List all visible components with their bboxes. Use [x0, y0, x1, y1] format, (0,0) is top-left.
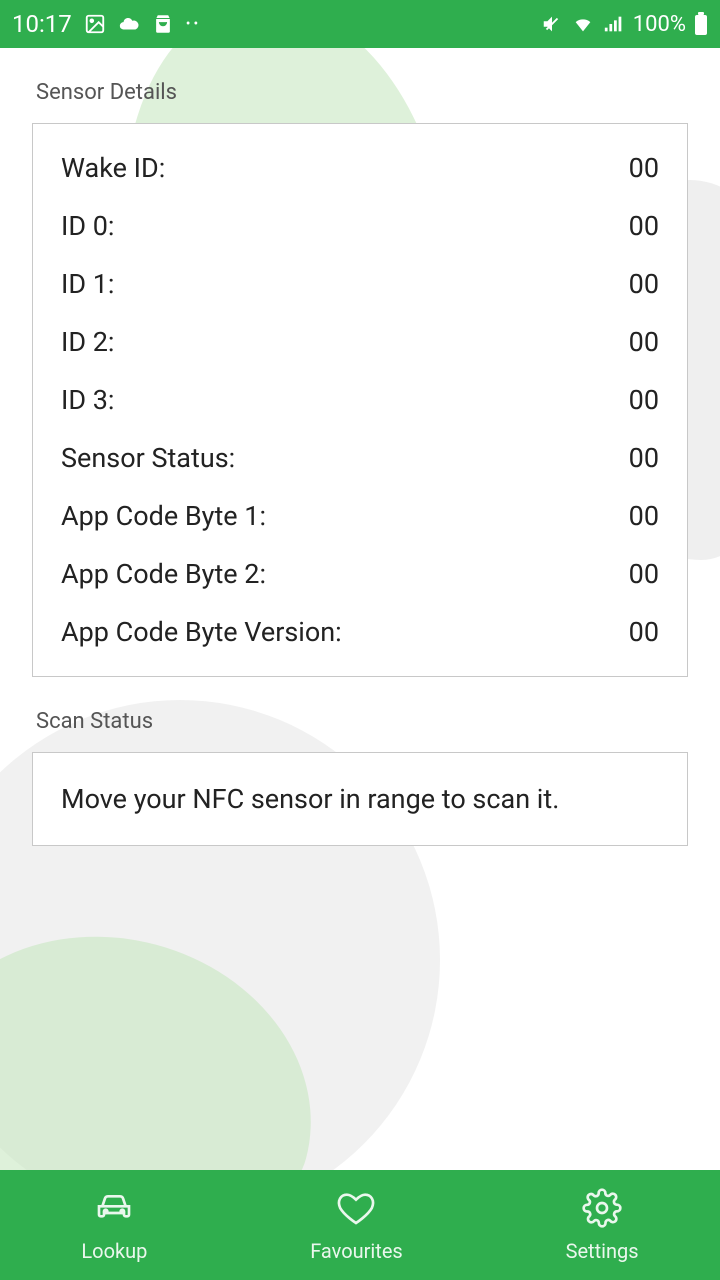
more-icon: ••	[186, 16, 201, 32]
row-label: ID 3:	[61, 384, 114, 416]
nav-label: Settings	[566, 1239, 639, 1263]
mute-icon	[541, 13, 563, 35]
scan-status-label: Scan Status	[36, 709, 688, 734]
row-label: App Code Byte Version:	[61, 616, 342, 648]
sensor-row: App Code Byte Version: 00	[61, 616, 659, 648]
row-value: 00	[629, 558, 659, 590]
scan-status-text: Move your NFC sensor in range to scan it…	[61, 781, 659, 817]
row-label: Sensor Status:	[61, 442, 235, 474]
battery-percentage: 100%	[633, 12, 686, 37]
sensor-row: ID 1: 00	[61, 268, 659, 300]
row-value: 00	[629, 500, 659, 532]
sensor-row: ID 3: 00	[61, 384, 659, 416]
row-label: Wake ID:	[61, 152, 165, 184]
wifi-icon	[571, 13, 595, 35]
sensor-row: ID 2: 00	[61, 326, 659, 358]
row-label: ID 1:	[61, 268, 114, 300]
heart-icon	[336, 1188, 376, 1233]
main-content: Sensor Details Wake ID: 00 ID 0: 00 ID 1…	[0, 48, 720, 1170]
sensor-row: ID 0: 00	[61, 210, 659, 242]
row-value: 00	[629, 268, 659, 300]
sensor-row: App Code Byte 1: 00	[61, 500, 659, 532]
cloud-icon	[118, 13, 140, 35]
nav-label: Favourites	[310, 1239, 403, 1263]
row-value: 00	[629, 152, 659, 184]
nav-label: Lookup	[81, 1239, 147, 1263]
car-icon	[94, 1188, 134, 1233]
row-value: 00	[629, 326, 659, 358]
row-label: ID 2:	[61, 326, 114, 358]
battery-icon	[694, 12, 708, 36]
sensor-row: Wake ID: 00	[61, 152, 659, 184]
row-label: App Code Byte 1:	[61, 500, 266, 532]
bottom-nav: Lookup Favourites Settings	[0, 1170, 720, 1280]
row-label: ID 0:	[61, 210, 114, 242]
scan-status-card: Move your NFC sensor in range to scan it…	[32, 752, 688, 846]
sensor-row: App Code Byte 2: 00	[61, 558, 659, 590]
sensor-details-card: Wake ID: 00 ID 0: 00 ID 1: 00 ID 2: 00 I…	[32, 123, 688, 677]
row-value: 00	[629, 384, 659, 416]
signal-icon	[603, 13, 625, 35]
row-value: 00	[629, 442, 659, 474]
shopping-bag-icon	[152, 13, 174, 35]
gear-icon	[582, 1188, 622, 1233]
sensor-row: Sensor Status: 00	[61, 442, 659, 474]
row-value: 00	[629, 616, 659, 648]
image-icon	[84, 13, 106, 35]
row-value: 00	[629, 210, 659, 242]
sensor-details-label: Sensor Details	[36, 80, 688, 105]
nav-lookup[interactable]: Lookup	[81, 1188, 147, 1263]
row-label: App Code Byte 2:	[61, 558, 266, 590]
nav-settings[interactable]: Settings	[566, 1188, 639, 1263]
status-bar: 10:17 •• 100%	[0, 0, 720, 48]
nav-favourites[interactable]: Favourites	[310, 1188, 403, 1263]
status-time: 10:17	[12, 10, 72, 38]
